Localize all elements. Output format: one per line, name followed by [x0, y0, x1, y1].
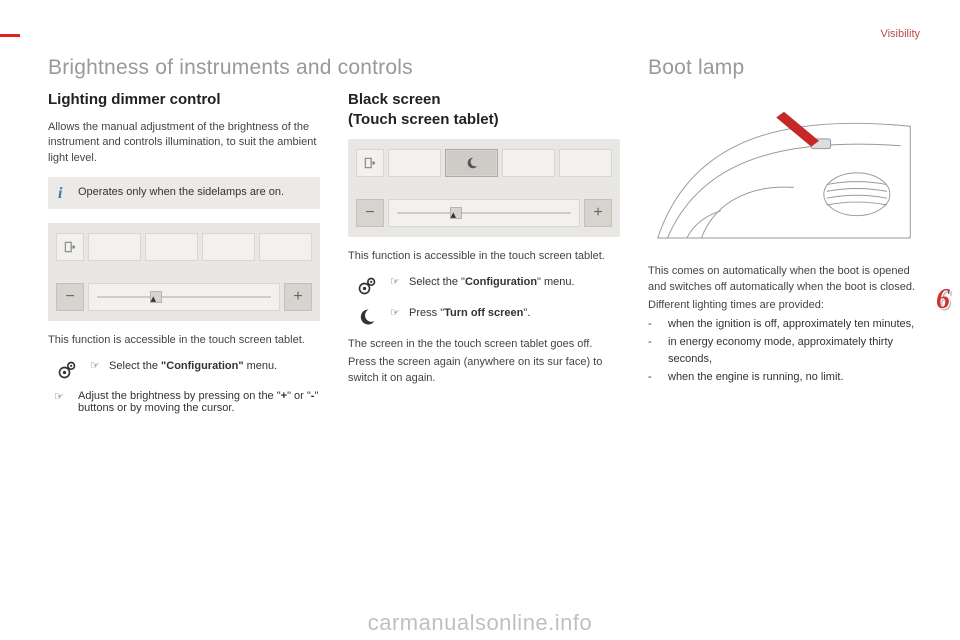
- heading-brightness: Brightness of instruments and controls: [48, 56, 620, 80]
- boot-item-2: in energy economy mode, approximately th…: [668, 334, 920, 367]
- info-box: i Operates only when the sidelamps are o…: [48, 177, 320, 208]
- slider-thumb: ▴: [450, 207, 462, 219]
- black-outro-2: Press the screen again (anywhere on its …: [348, 355, 620, 387]
- slider-plus-button: +: [284, 283, 312, 311]
- dimmer-intro: Allows the manual adjustment of the brig…: [48, 120, 320, 168]
- boot-item-1: when the ignition is off, approximately …: [668, 316, 914, 333]
- step-select-config: ☞ Select the "Configuration" menu.: [90, 359, 320, 375]
- step-adjust: ☞ Adjust the brightness by pressing on t…: [54, 390, 320, 414]
- blank-tile: [559, 149, 612, 177]
- blank-tile: [88, 233, 141, 261]
- black-screen-screenshot: − ▴ +: [348, 139, 620, 237]
- blank-tile: [502, 149, 555, 177]
- info-text: Operates only when the sidelamps are on.: [78, 186, 284, 198]
- boot-p2: Different lighting times are provided:: [648, 298, 920, 314]
- moon-icon: [354, 306, 380, 327]
- column-black-screen: Black screen (Touch screen tablet) −: [348, 90, 620, 424]
- dimmer-screenshot: − ▴ +: [48, 223, 320, 321]
- subheading-black-screen: Black screen (Touch screen tablet): [348, 90, 620, 129]
- heading-boot-lamp: Boot lamp: [648, 56, 920, 80]
- column-boot-lamp: This comes on automatically when the boo…: [648, 90, 920, 424]
- blank-tile: [259, 233, 312, 261]
- slider-plus-button: +: [584, 199, 612, 227]
- subheading-dimmer: Lighting dimmer control: [48, 90, 320, 110]
- moon-tile: [445, 149, 498, 177]
- boot-p1: This comes on automatically when the boo…: [648, 264, 920, 296]
- info-icon: i: [58, 183, 62, 205]
- slider-track: ▴: [88, 283, 280, 311]
- bullet-action: ☞: [54, 390, 68, 414]
- gear-icon: [354, 275, 380, 296]
- gear-icon: [54, 359, 80, 380]
- exit-icon: [356, 149, 384, 177]
- bullet-action: ☞: [390, 276, 400, 288]
- blank-tile: [145, 233, 198, 261]
- column-dimmer: Lighting dimmer control Allows the manua…: [48, 90, 320, 424]
- black-outro-1: The screen in the the touch screen table…: [348, 337, 620, 353]
- blank-tile: [202, 233, 255, 261]
- exit-icon: [56, 233, 84, 261]
- step-turn-off: ☞ Press "Turn off screen".: [390, 306, 620, 322]
- slider-track: ▴: [388, 199, 580, 227]
- section-number-badge: 6: [926, 280, 960, 320]
- dimmer-after-fig: This function is accessible in the touch…: [48, 333, 320, 349]
- black-after-fig: This function is accessible in the touch…: [348, 249, 620, 265]
- slider-minus-button: −: [356, 199, 384, 227]
- page-content: Brightness of instruments and controls B…: [48, 56, 920, 620]
- boot-lamp-figure: [648, 90, 920, 250]
- bullet-action: ☞: [390, 307, 400, 319]
- step-select-config-2: ☞ Select the "Configuration" menu.: [390, 275, 620, 291]
- slider-minus-button: −: [56, 283, 84, 311]
- header-section-label: Visibility: [880, 28, 920, 40]
- accent-bar: [0, 34, 20, 37]
- slider-thumb: ▴: [150, 291, 162, 303]
- boot-item-3: when the engine is running, no limit.: [668, 369, 844, 386]
- boot-list: -when the ignition is off, approximately…: [648, 316, 920, 386]
- blank-tile: [388, 149, 441, 177]
- bullet-action: ☞: [90, 360, 100, 372]
